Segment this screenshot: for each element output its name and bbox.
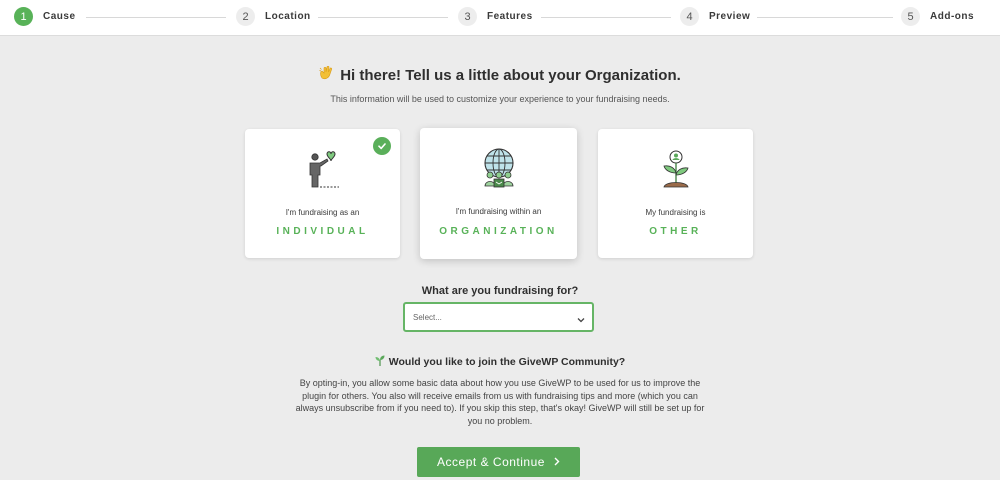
seedling-icon (375, 355, 385, 369)
chevron-right-icon (553, 455, 560, 469)
cause-card-organization[interactable]: I'm fundraising within an ORGANIZATION (420, 128, 577, 259)
card-caption: My fundraising is (645, 208, 706, 217)
individual-person-heart-icon (303, 149, 343, 196)
accept-button-label: Accept & Continue (437, 455, 545, 469)
selected-check-icon (373, 137, 391, 155)
step-label: Location (265, 11, 311, 22)
page-subtitle: This information will be used to customi… (330, 94, 670, 104)
community-heading-text: Would you like to join the GiveWP Commun… (388, 356, 626, 368)
chevron-down-icon (576, 312, 586, 330)
step-number: 2 (236, 7, 255, 26)
step-location[interactable]: 2 Location (236, 7, 311, 26)
step-number: 5 (901, 7, 920, 26)
card-title: OTHER (649, 226, 702, 237)
fundraising-for-select[interactable]: Select... (403, 302, 594, 332)
step-add-ons[interactable]: 5 Add-ons (901, 7, 974, 26)
card-title: ORGANIZATION (439, 226, 558, 237)
sprout-plant-icon (656, 149, 696, 196)
fundraising-for-label: What are you fundraising for? (421, 285, 579, 297)
card-caption: I'm fundraising within an (455, 207, 542, 216)
step-label: Cause (43, 11, 76, 22)
step-connector (541, 17, 671, 18)
step-connector (757, 17, 893, 18)
card-caption: I'm fundraising as an (285, 208, 360, 217)
globe-people-icon (479, 147, 519, 194)
community-heading: Would you like to join the GiveWP Commun… (0, 355, 1000, 369)
step-number: 3 (458, 7, 477, 26)
card-title: INDIVIDUAL (276, 226, 369, 237)
accept-continue-button[interactable]: Accept & Continue (417, 447, 580, 477)
step-number: 1 (14, 7, 33, 26)
step-number: 4 (680, 7, 699, 26)
step-connector (318, 17, 448, 18)
step-label: Features (487, 11, 533, 22)
waving-hand-icon (319, 65, 334, 83)
cause-card-individual[interactable]: I'm fundraising as an INDIVIDUAL (245, 129, 400, 258)
select-value: Select... (413, 313, 442, 322)
page-title: Hi there! Tell us a little about your Or… (0, 65, 1000, 84)
step-label: Preview (709, 11, 751, 22)
step-connector (86, 17, 226, 18)
step-label: Add-ons (930, 11, 975, 22)
step-preview[interactable]: 4 Preview (680, 7, 750, 26)
step-cause[interactable]: 1 Cause (14, 7, 76, 26)
headline-text: Hi there! Tell us a little about your Or… (340, 67, 681, 84)
setup-stepper: 1 Cause 2 Location 3 Features 4 Preview … (0, 0, 1000, 36)
step-features[interactable]: 3 Features (458, 7, 533, 26)
cause-card-other[interactable]: My fundraising is OTHER (598, 129, 753, 258)
opt-in-description: By opting-in, you allow some basic data … (295, 378, 705, 426)
